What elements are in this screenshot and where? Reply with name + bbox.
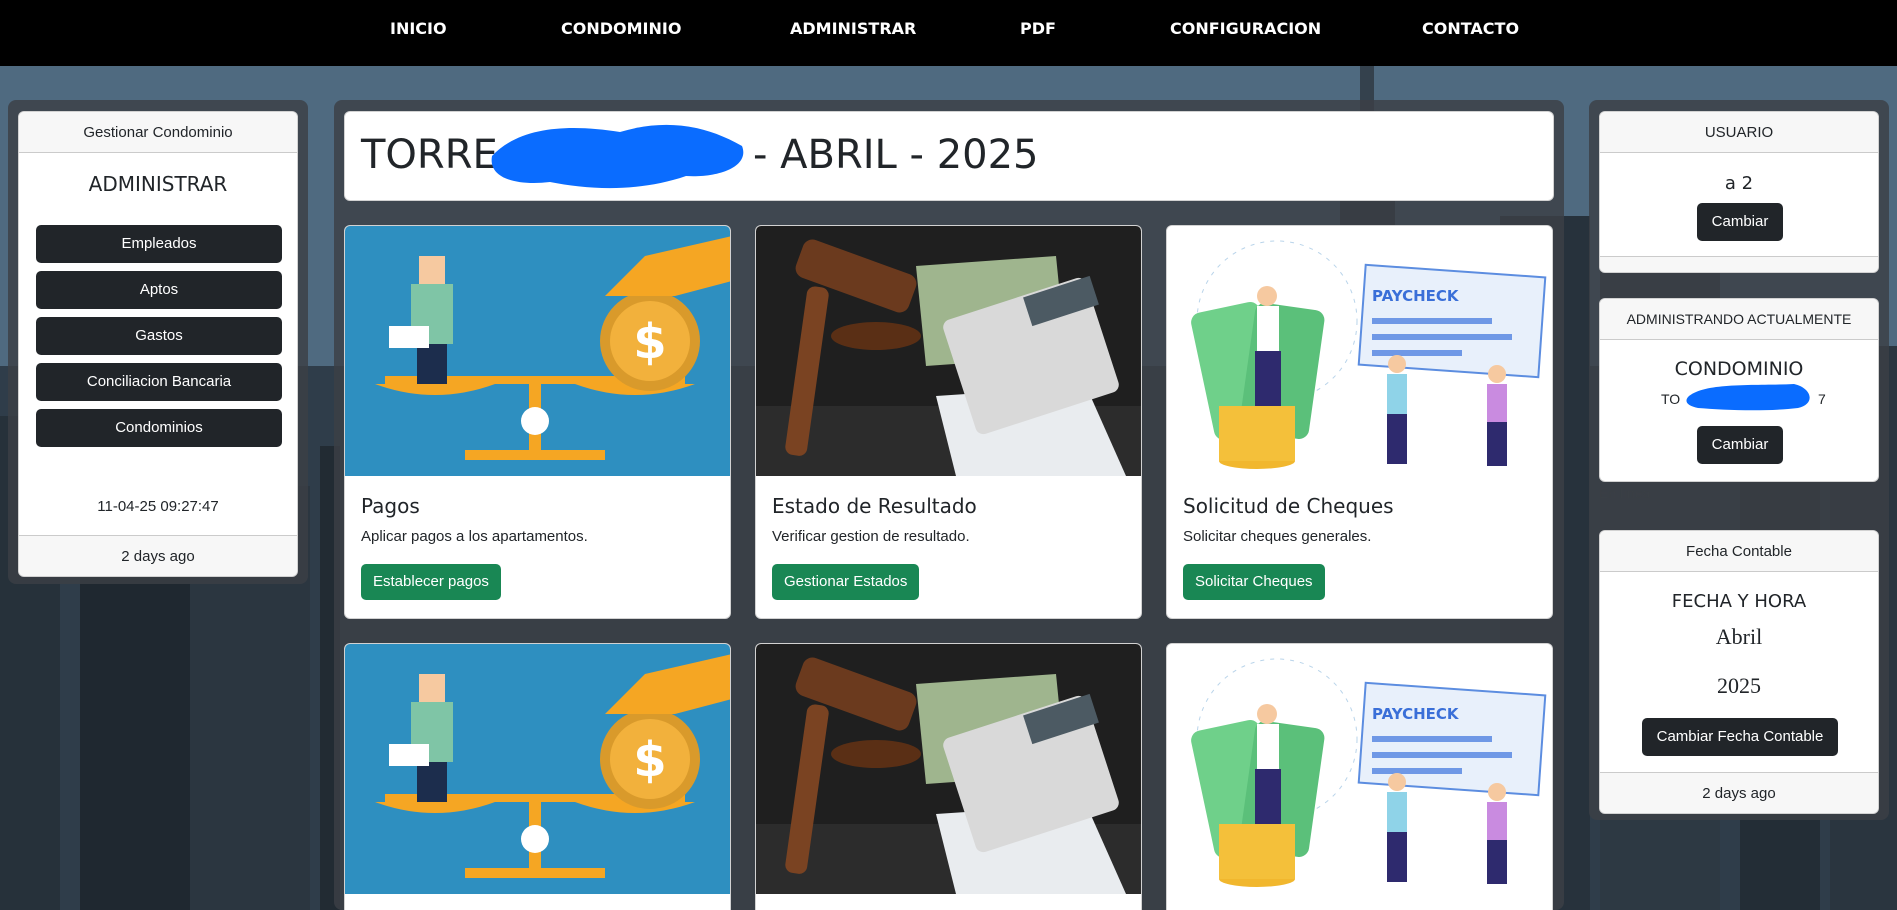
redaction-scribble — [1686, 384, 1810, 411]
top-navbar: INICIO CONDOMINIO ADMINISTRAR PDF CONFIG… — [0, 0, 1897, 66]
nav-configuracion[interactable]: CONFIGURACION — [1170, 19, 1321, 38]
page-title-suffix: - ABRIL - 2025 — [753, 132, 1039, 178]
card-header: Gestionar Condominio — [19, 112, 297, 153]
gestionar-estados-button[interactable]: Gestionar Estados — [772, 564, 920, 600]
fecha-contable-card: Fecha Contable FECHA Y HORA Abril 2025 C… — [1599, 530, 1879, 814]
user-name: a 2 — [1724, 173, 1754, 194]
nav-condominio[interactable]: CONDOMINIO — [561, 19, 681, 38]
month-value: Abril — [1715, 624, 1763, 649]
conciliacion-bancaria-button[interactable]: Conciliacion Bancaria — [36, 363, 282, 401]
svg-text:$: $ — [633, 314, 666, 370]
pagos-card-row2: $ — [344, 643, 731, 910]
nav-administrar[interactable]: ADMINISTRAR — [790, 19, 916, 38]
pagos-card: $ Pagos Aplicar pagos a los apartamentos… — [344, 225, 731, 619]
cambiar-fecha-contable-button[interactable]: Cambiar Fecha Contable — [1642, 718, 1838, 756]
card-description: Verificar gestion de resultado. — [772, 528, 970, 545]
card-footer: 2 days ago — [1600, 772, 1878, 813]
timestamp: 11-04-25 09:27:47 — [97, 498, 219, 515]
redaction-scribble — [491, 124, 744, 189]
card-title: Solicitud de Cheques — [1183, 494, 1394, 518]
condominio-name-start: TO — [1661, 391, 1681, 407]
date-title: FECHA Y HORA — [1671, 591, 1807, 612]
solicitar-cheques-button[interactable]: Solicitar Cheques — [1183, 564, 1325, 600]
card-header: Fecha Contable — [1600, 531, 1878, 572]
card-title: ADMINISTRAR — [88, 172, 228, 196]
paycheck-image: PAYCHECK — [1167, 226, 1552, 476]
card-footer — [1600, 256, 1878, 272]
gavel-calculator-image — [756, 644, 1141, 894]
paycheck-image: PAYCHECK — [1167, 644, 1552, 894]
card-header: USUARIO — [1600, 112, 1878, 153]
balance-scale-money-image: $ — [345, 226, 730, 476]
year-value: 2025 — [1717, 673, 1761, 698]
card-title: Estado de Resultado — [772, 494, 977, 518]
card-description: Aplicar pagos a los apartamentos. — [361, 528, 588, 545]
status-text: En línea — [1599, 485, 1651, 501]
establecer-pagos-button[interactable]: Establecer pagos — [361, 564, 501, 600]
gastos-button[interactable]: Gastos — [36, 317, 282, 355]
solicitud-de-cheques-card: PAYCHECK Solicitud de Cheques Solicitar … — [1166, 225, 1553, 619]
estado-de-resultado-card: Estado de Resultado Verificar gestion de… — [755, 225, 1142, 619]
nav-contacto[interactable]: CONTACTO — [1422, 19, 1519, 38]
card-header: ADMINISTRANDO ACTUALMENTE — [1600, 299, 1878, 340]
paycheck-label: PAYCHECK — [1372, 287, 1460, 305]
balance-scale-money-image: $ — [345, 644, 730, 894]
gestionar-condominio-card: Gestionar Condominio ADMINISTRAR Emplead… — [18, 111, 298, 577]
aptos-button[interactable]: Aptos — [36, 271, 282, 309]
card-footer: 2 days ago — [19, 535, 297, 576]
gavel-calculator-image — [756, 226, 1141, 476]
condominio-name-end: 7 — [1818, 391, 1826, 407]
cambiar-condominio-button[interactable]: Cambiar — [1697, 426, 1783, 464]
solicitud-de-cheques-card-row2: PAYCHECK — [1166, 643, 1553, 910]
paycheck-label: PAYCHECK — [1372, 705, 1460, 723]
usuario-card: USUARIO a 2 Cambiar — [1599, 111, 1879, 273]
page-title-prefix: TORRE — [361, 132, 498, 178]
svg-text:$: $ — [633, 732, 666, 788]
nav-pdf[interactable]: PDF — [1020, 19, 1056, 38]
condominios-button[interactable]: Condominios — [36, 409, 282, 447]
empleados-button[interactable]: Empleados — [36, 225, 282, 263]
cambiar-usuario-button[interactable]: Cambiar — [1697, 203, 1783, 241]
admin-button-list: Empleados Aptos Gastos Conciliacion Banc… — [36, 225, 282, 447]
card-title: Pagos — [361, 494, 420, 518]
estado-de-resultado-card-row2 — [755, 643, 1142, 910]
admin-title: CONDOMINIO — [1674, 358, 1804, 380]
nav-inicio[interactable]: INICIO — [390, 19, 447, 38]
card-description: Solicitar cheques generales. — [1183, 528, 1372, 545]
